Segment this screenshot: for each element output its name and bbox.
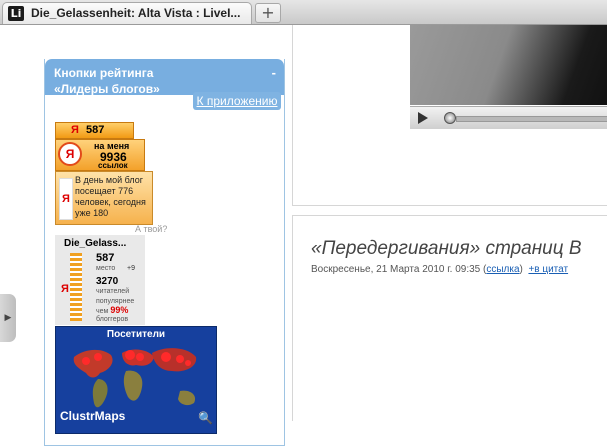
post-link[interactable]: ссылка	[486, 264, 519, 275]
zoom-icon[interactable]: 🔍	[198, 411, 213, 425]
stats-popular-pct: 99%	[110, 305, 129, 315]
daily-visitors-text: В день мой блог посещает 776 человек, се…	[75, 175, 146, 218]
rank-value: 587	[86, 124, 105, 136]
stats-bar-icon	[70, 253, 82, 321]
site-favicon-icon: Li	[8, 6, 24, 21]
widget-title-line2: «Лидеры блогов»	[54, 82, 160, 95]
new-tab-button[interactable]: +	[255, 3, 281, 23]
to-app-link[interactable]: К приложению	[193, 92, 281, 110]
yandex-logo-icon: Я	[59, 178, 73, 220]
tab-title: Die_Gelassenheit: Alta Vista : LiveI...	[31, 6, 241, 20]
seek-track[interactable]	[456, 116, 607, 122]
video-frame[interactable]	[410, 25, 607, 105]
post-date: Воскресенье, 21 Марта 2010 г. 09:35 (	[311, 264, 487, 275]
post-link-close: )	[519, 264, 523, 275]
daily-visitors-badge[interactable]: Я В день мой блог посещает 776 человек, …	[55, 171, 153, 225]
stats-place-value: 587	[96, 252, 115, 264]
yandex-logo-icon: Я	[71, 124, 79, 136]
map-header: Посетители	[106, 329, 166, 340]
yandex-logo-icon: Я	[61, 283, 69, 295]
page-content: ▶ Кнопки рейтинга «Лидеры блогов» - К пр…	[0, 25, 607, 446]
stats-delta: +9	[127, 265, 135, 272]
clustrmaps-widget[interactable]: Посетители ClustrMaps 🔍	[55, 326, 217, 434]
play-icon[interactable]	[418, 112, 428, 124]
widget-title: Кнопки рейтинга	[54, 66, 154, 80]
stats-place-label: место	[96, 265, 116, 272]
rating-buttons-widget: Кнопки рейтинга «Лидеры блогов» - К прил…	[44, 59, 285, 446]
video-controls	[410, 106, 607, 129]
and-yours-link[interactable]: А твой?	[135, 224, 167, 234]
video-panel	[292, 25, 607, 206]
browser-tab[interactable]: Li Die_Gelassenheit: Alta Vista : LiveI.…	[2, 2, 252, 24]
yandex-target-icon: Я	[58, 142, 82, 166]
browser-tab-bar: Li Die_Gelassenheit: Alta Vista : LiveI.…	[0, 0, 607, 25]
stats-popular-text: популярнее чем 99% блоггеров	[96, 298, 144, 324]
clustrmaps-logo: ClustrMaps	[60, 409, 126, 423]
references-badge[interactable]: Я на меня 9936 ссылок	[55, 139, 145, 171]
sidebar-toggle-handle[interactable]: ▶	[0, 294, 16, 342]
rank-badge[interactable]: Я 587	[55, 122, 134, 139]
blog-stats-badge[interactable]: Die_Gelass... Я 587 место +9 3270 читате…	[55, 235, 145, 325]
collapse-button[interactable]: -	[272, 65, 276, 80]
stats-readers-value: 3270	[96, 276, 119, 287]
stats-bloggers-label: блоггеров	[96, 316, 129, 323]
seek-handle-icon[interactable]	[444, 112, 456, 124]
stats-readers-label: читателей	[96, 288, 130, 295]
add-to-quotes-link[interactable]: +в цитат	[528, 264, 568, 275]
widget-header: Кнопки рейтинга «Лидеры блогов» -	[45, 59, 284, 95]
post-title[interactable]: «Передергивания» страниц В	[311, 238, 582, 260]
post-meta: Воскресенье, 21 Марта 2010 г. 09:35 (ссы…	[311, 264, 568, 275]
references-label-bottom: ссылок	[98, 161, 128, 170]
stats-blog-name: Die_Gelass...	[64, 238, 127, 249]
blog-post: «Передергивания» страниц В Воскресенье, …	[292, 215, 607, 421]
